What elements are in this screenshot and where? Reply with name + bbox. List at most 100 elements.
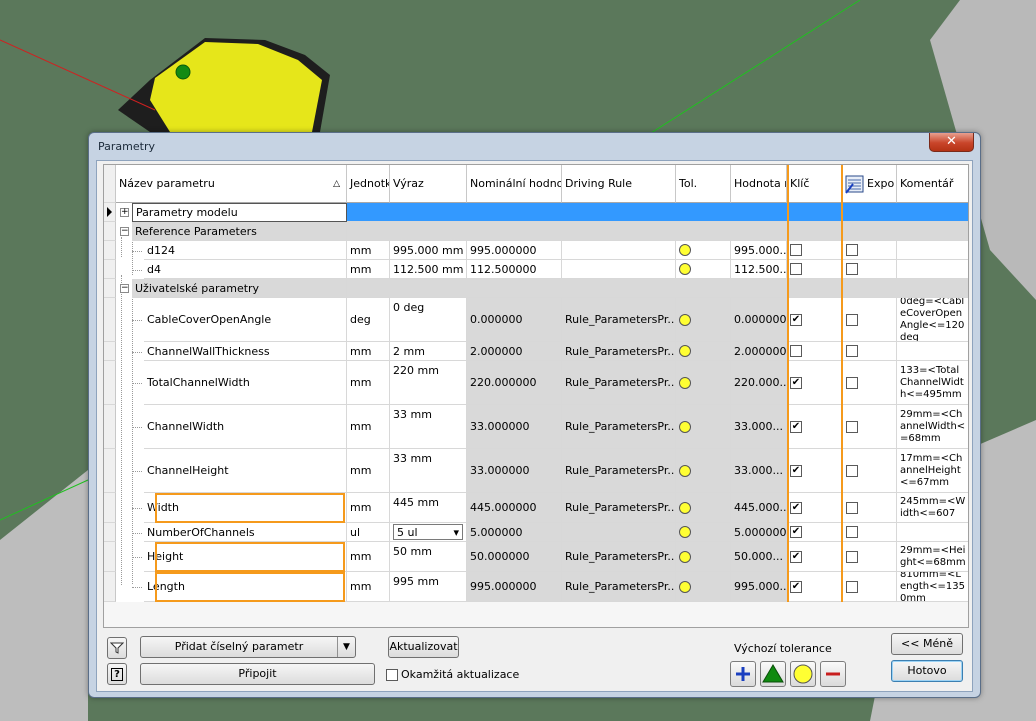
param-tolerance-cell[interactable] — [676, 342, 731, 361]
param-comment-cell[interactable]: 810mm=<Length<=1350mm — [897, 572, 968, 602]
param-key-cell[interactable]: ✔ — [787, 542, 843, 572]
export-checkbox[interactable] — [846, 244, 858, 256]
param-expression-cell[interactable]: 33 mm — [390, 449, 467, 493]
param-export-cell[interactable] — [843, 572, 897, 602]
column-header-comment[interactable]: Komentář — [897, 165, 968, 203]
param-export-cell[interactable] — [843, 405, 897, 449]
param-comment-cell[interactable] — [897, 342, 968, 361]
param-tolerance-cell[interactable] — [676, 361, 731, 405]
column-header-key[interactable]: Klíč — [787, 165, 843, 203]
row-selector[interactable] — [104, 342, 116, 361]
param-comment-cell[interactable]: 245mm=<Width<=607 — [897, 493, 968, 523]
tolerance-upper-button[interactable] — [730, 661, 756, 687]
param-tolerance-cell[interactable] — [676, 572, 731, 602]
column-header-unit[interactable]: Jednotka — [347, 165, 390, 203]
param-comment-cell[interactable] — [897, 241, 968, 260]
param-comment-cell[interactable] — [897, 260, 968, 279]
help-button[interactable]: ? — [107, 663, 127, 685]
param-tolerance-cell[interactable] — [676, 260, 731, 279]
column-header-expo[interactable]: Expo — [843, 165, 897, 203]
row-selector[interactable] — [104, 572, 116, 602]
filter-button[interactable] — [107, 637, 127, 659]
export-checkbox[interactable] — [846, 376, 858, 389]
key-checkbox[interactable]: ✔ — [790, 313, 802, 326]
param-tolerance-cell[interactable] — [676, 405, 731, 449]
param-unit-cell[interactable]: mm — [347, 542, 390, 572]
tolerance-nominal-icon[interactable] — [679, 263, 691, 275]
param-export-cell[interactable] — [843, 241, 897, 260]
export-checkbox[interactable] — [846, 313, 858, 326]
param-comment-cell[interactable] — [897, 523, 968, 542]
param-tolerance-cell[interactable] — [676, 449, 731, 493]
param-name-cell[interactable]: Height — [144, 542, 347, 572]
tolerance-nominal-icon[interactable] — [679, 420, 691, 433]
export-checkbox[interactable] — [846, 464, 858, 477]
param-export-cell[interactable] — [843, 361, 897, 405]
dialog-titlebar[interactable]: Parametry ✕ — [89, 133, 980, 159]
param-name-cell[interactable]: Length — [144, 572, 347, 602]
column-header-value[interactable]: Hodnota m — [731, 165, 787, 203]
param-unit-cell[interactable]: mm — [347, 493, 390, 523]
param-expression-cell[interactable]: 5 ul ▾ — [390, 523, 467, 542]
param-tolerance-cell[interactable] — [676, 241, 731, 260]
tolerance-nominal-button[interactable] — [790, 661, 816, 687]
row-selector[interactable] — [104, 279, 116, 298]
param-comment-cell[interactable]: 0deg=<CableCoverOpenAngle<=120deg — [897, 298, 968, 342]
param-name-cell[interactable]: ChannelWidth — [144, 405, 347, 449]
tolerance-nominal-icon[interactable] — [679, 376, 691, 389]
param-name-cell[interactable]: Width — [144, 493, 347, 523]
export-checkbox[interactable] — [846, 550, 858, 563]
export-checkbox[interactable] — [846, 501, 858, 514]
tree-expander-reference[interactable]: − — [120, 227, 129, 236]
param-key-cell[interactable]: ✔ — [787, 361, 843, 405]
export-checkbox[interactable] — [846, 580, 858, 593]
group-model[interactable]: Parametry modelu — [132, 203, 347, 222]
param-key-cell[interactable]: ✔ — [787, 523, 843, 542]
param-unit-cell[interactable]: mm — [347, 260, 390, 279]
param-key-cell[interactable]: ✔ — [787, 298, 843, 342]
row-selector[interactable] — [104, 241, 116, 260]
immediate-update-box[interactable] — [386, 668, 398, 681]
param-expression-cell[interactable]: 995 mm — [390, 572, 467, 602]
group-reference[interactable]: Reference Parameters — [132, 222, 347, 241]
add-parameter-dropdown-icon[interactable]: ▼ — [337, 637, 355, 657]
param-unit-cell[interactable]: mm — [347, 572, 390, 602]
tolerance-nominal-icon[interactable] — [679, 244, 691, 256]
param-unit-cell[interactable]: deg — [347, 298, 390, 342]
tolerance-nominal-icon[interactable] — [679, 345, 691, 357]
row-selector[interactable] — [104, 493, 116, 523]
tolerance-nominal-icon[interactable] — [679, 313, 691, 326]
row-selector[interactable] — [104, 523, 116, 542]
param-tolerance-cell[interactable] — [676, 523, 731, 542]
tree-expander-user[interactable]: − — [120, 284, 129, 293]
key-checkbox[interactable] — [790, 244, 802, 256]
param-unit-cell[interactable]: mm — [347, 405, 390, 449]
param-comment-cell[interactable]: 29mm=<ChannelWidth<=68mm — [897, 405, 968, 449]
param-unit-cell[interactable]: mm — [347, 241, 390, 260]
param-expression-cell[interactable]: 50 mm — [390, 542, 467, 572]
param-export-cell[interactable] — [843, 523, 897, 542]
row-selector[interactable] — [104, 449, 116, 493]
less-button[interactable]: << Méně — [891, 633, 963, 655]
close-button[interactable]: ✕ — [929, 133, 974, 152]
param-expression-cell[interactable]: 2 mm — [390, 342, 467, 361]
tolerance-nominal-icon[interactable] — [679, 550, 691, 563]
column-header-name[interactable]: Název parametru △ — [116, 165, 347, 203]
param-expression-cell[interactable]: 112.500 mm — [390, 260, 467, 279]
param-name-cell[interactable]: d4 — [144, 260, 347, 279]
row-selector[interactable] — [104, 361, 116, 405]
param-key-cell[interactable]: ✔ — [787, 405, 843, 449]
param-unit-cell[interactable]: mm — [347, 449, 390, 493]
param-tolerance-cell[interactable] — [676, 542, 731, 572]
tolerance-lower-button[interactable] — [820, 661, 846, 687]
immediate-update-checkbox[interactable]: Okamžitá aktualizace — [386, 668, 519, 681]
param-name-cell[interactable]: ChannelHeight — [144, 449, 347, 493]
param-name-cell[interactable]: NumberOfChannels — [144, 523, 347, 542]
tolerance-nominal-icon[interactable] — [679, 580, 691, 593]
param-key-cell[interactable]: ✔ — [787, 572, 843, 602]
param-unit-cell[interactable]: mm — [347, 361, 390, 405]
column-header-rule[interactable]: Driving Rule — [562, 165, 676, 203]
add-numeric-parameter-button[interactable]: Přidat číselný parametr ▼ — [140, 636, 356, 658]
row-selector[interactable] — [104, 260, 116, 279]
param-name-cell[interactable]: CableCoverOpenAngle — [144, 298, 347, 342]
